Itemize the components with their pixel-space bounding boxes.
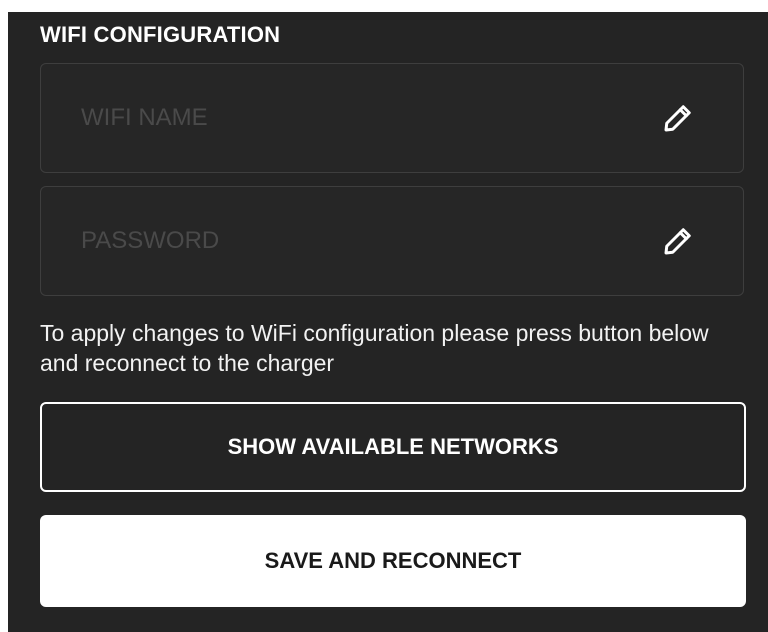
save-and-reconnect-label: SAVE AND RECONNECT: [264, 548, 522, 573]
save-and-reconnect-button[interactable]: SAVE AND RECONNECT: [40, 515, 746, 607]
pencil-icon: [664, 228, 691, 255]
password-edit-button[interactable]: [657, 220, 699, 262]
password-field: [40, 186, 744, 296]
wifi-name-input[interactable]: [81, 64, 641, 172]
wifi-name-field: [40, 63, 744, 173]
wifi-name-edit-button[interactable]: [657, 97, 699, 139]
password-input[interactable]: [81, 187, 641, 295]
show-available-networks-label: SHOW AVAILABLE NETWORKS: [227, 434, 559, 459]
section-title: WIFI CONFIGURATION: [40, 22, 281, 47]
show-available-networks-button[interactable]: SHOW AVAILABLE NETWORKS: [40, 402, 746, 492]
pencil-icon: [664, 105, 691, 132]
wifi-configuration-panel: WIFI CONFIGURATION To apply changes to W…: [8, 12, 768, 632]
help-text: To apply changes to WiFi configuration p…: [40, 320, 709, 376]
